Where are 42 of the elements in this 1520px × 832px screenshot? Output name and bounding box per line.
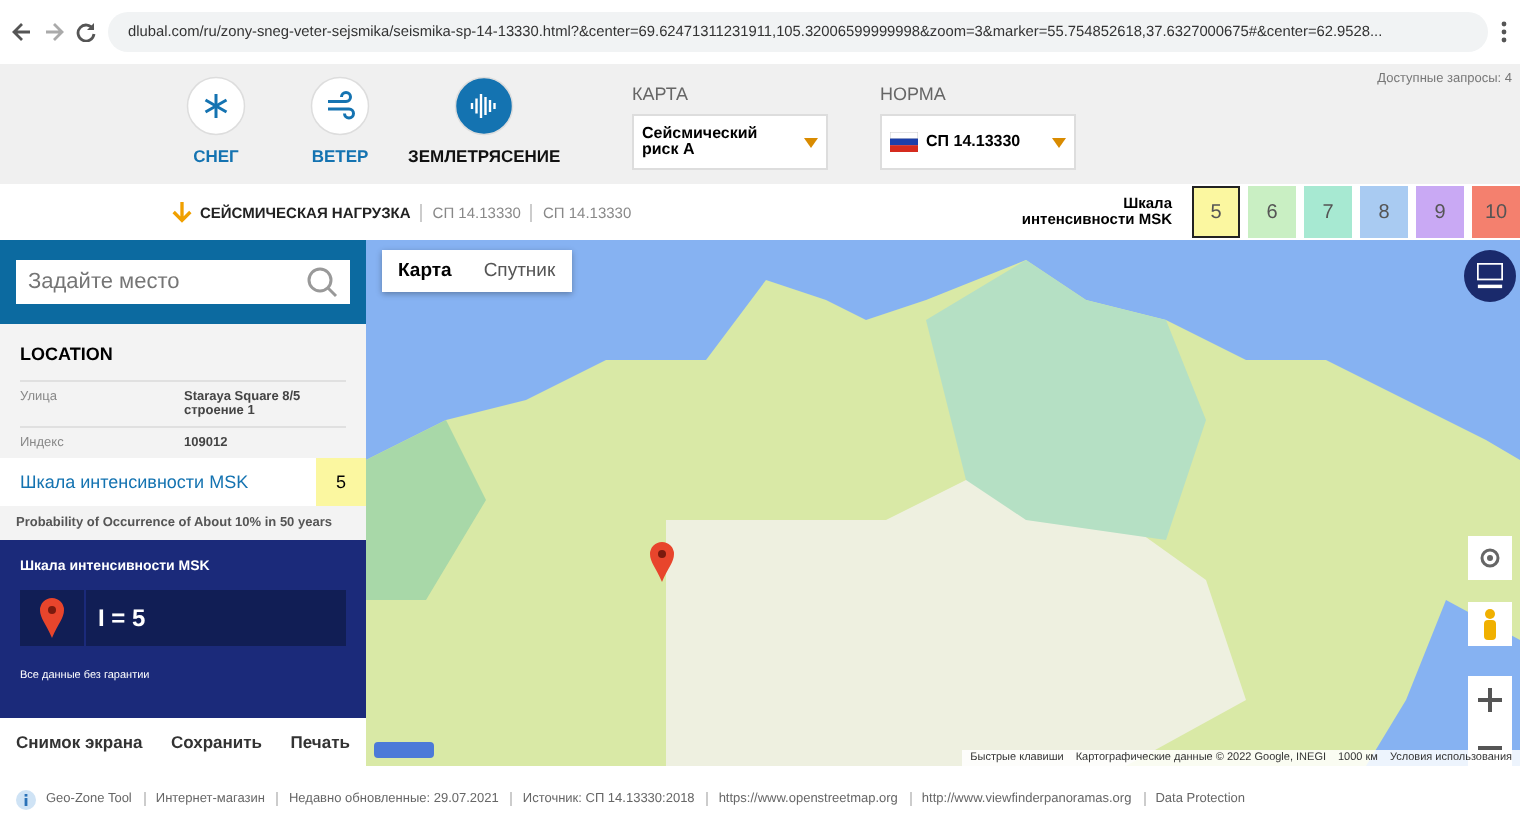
intensity-value: 5 xyxy=(316,458,366,506)
reload-icon[interactable] xyxy=(76,22,96,42)
map-type-tab[interactable]: Спутник xyxy=(467,250,572,292)
action-button[interactable]: Сохранить xyxy=(167,728,267,756)
back-arrow-icon[interactable] xyxy=(12,22,32,42)
info-icon xyxy=(16,789,36,809)
down-arrow-icon xyxy=(172,200,192,224)
logo-icon[interactable] xyxy=(1464,250,1516,302)
map-dropdown[interactable]: Сейсмический риск А xyxy=(632,114,828,170)
hazard-tab[interactable]: ВЕТЕР xyxy=(284,76,396,166)
search-icon[interactable] xyxy=(306,266,338,298)
map-marker-icon xyxy=(648,540,676,584)
crosshair-icon xyxy=(1476,544,1504,572)
seismic-wave-icon xyxy=(454,76,515,136)
zoom-in-button[interactable] xyxy=(1468,676,1512,724)
action-button[interactable]: Печать xyxy=(286,728,354,756)
intensity-level[interactable]: 6 xyxy=(1248,186,1296,238)
menu-icon[interactable] xyxy=(1500,20,1508,44)
snowflake-icon xyxy=(186,76,246,136)
action-button[interactable]: Снимок экрана xyxy=(12,728,147,756)
norm-label: НОРМА xyxy=(880,84,948,104)
map-type-tab[interactable]: Карта xyxy=(382,250,468,292)
flag-icon xyxy=(890,132,918,152)
location-title: LOCATION xyxy=(20,344,115,364)
plus-icon xyxy=(1478,688,1502,712)
intensity-level[interactable]: 9 xyxy=(1416,186,1464,238)
intensity-label: Шкала интенсивности MSK xyxy=(18,472,251,492)
caret-icon xyxy=(804,137,818,147)
intensity-level[interactable]: 5 xyxy=(1192,186,1240,238)
result-value: I = 5 xyxy=(96,602,146,636)
my-location-button[interactable] xyxy=(1468,536,1512,580)
search-field[interactable]: Задайте место xyxy=(16,260,350,304)
caret-icon xyxy=(1052,137,1066,147)
wind-icon xyxy=(310,76,370,136)
intensity-level[interactable]: 8 xyxy=(1360,186,1408,238)
map-label: КАРТА xyxy=(632,84,691,104)
norm-dropdown[interactable]: СП 14.13330 xyxy=(880,114,1076,170)
intensity-level[interactable]: 7 xyxy=(1304,186,1352,238)
hazard-tab[interactable]: СНЕГ xyxy=(160,76,272,166)
map-pin-icon xyxy=(38,596,66,640)
hazard-tab[interactable]: ЗЕМЛЕТРЯСЕНИЕ xyxy=(408,76,561,166)
pegman-icon xyxy=(1480,608,1500,640)
